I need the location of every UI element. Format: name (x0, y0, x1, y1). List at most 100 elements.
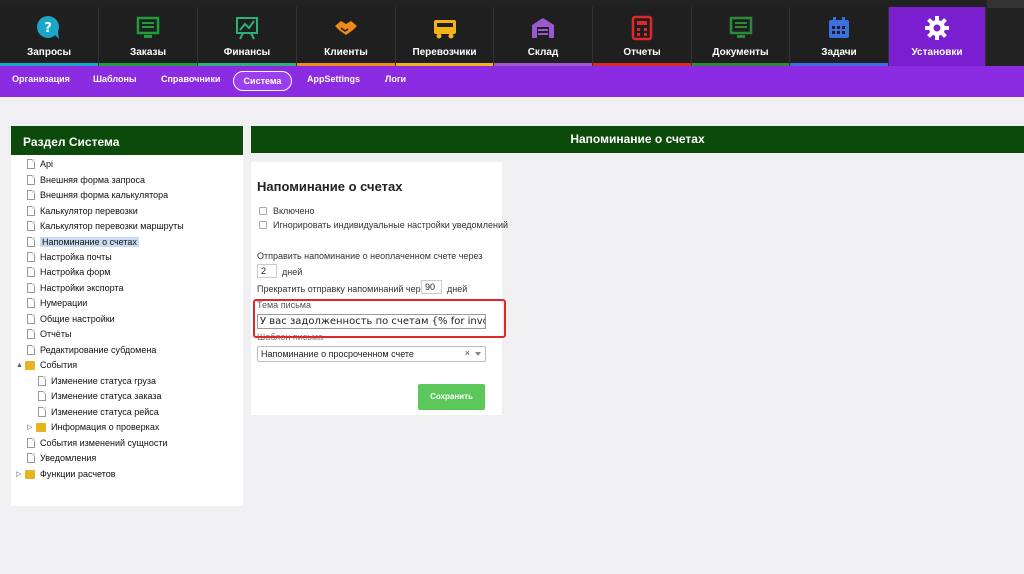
subnav-item-organization[interactable]: Организация (12, 74, 70, 84)
tree-item[interactable]: Нумерации (27, 296, 87, 310)
tree-item-label: Отчёты (40, 329, 72, 339)
nav-item-label: Отчеты (623, 47, 661, 58)
folder-icon (36, 422, 46, 432)
tree-item-label: Калькулятор перевозки маршруты (40, 221, 184, 231)
tree-item-label: Настройка форм (40, 267, 111, 277)
subnav-item-templates[interactable]: Шаблоны (93, 74, 137, 84)
tree-item[interactable]: События изменений сущности (27, 436, 168, 450)
tree-item[interactable]: Калькулятор перевозки маршруты (27, 219, 184, 233)
expand-arrow-icon[interactable]: ▷ (27, 423, 36, 431)
folder-icon (25, 469, 35, 479)
document-icon (27, 438, 35, 448)
subnav-item-logs[interactable]: Логи (385, 74, 406, 84)
enabled-checkbox[interactable] (259, 207, 267, 215)
chevron-down-icon[interactable] (475, 352, 481, 356)
nav-item-label: Перевозчики (412, 47, 477, 58)
calculator-icon (629, 15, 655, 41)
tree-item-label: Функции расчетов (40, 469, 116, 479)
tree-item[interactable]: Настройка форм (27, 265, 110, 279)
nav-item-label: Финансы (223, 47, 271, 58)
tree-item[interactable]: Отчёты (27, 327, 71, 341)
form-title: Напоминание о счетах (257, 179, 403, 194)
enabled-label: Включено (273, 206, 315, 216)
template-select-value: Напоминание о просроченном счете (261, 349, 414, 359)
subnav-item-references[interactable]: Справочники (161, 74, 220, 84)
document-icon (27, 329, 35, 339)
tree-item[interactable]: Изменение статуса груза (38, 374, 156, 388)
tree-item[interactable]: Напоминание о счетах (27, 235, 139, 249)
send-after-label: Отправить напоминание о неоплаченном сче… (257, 251, 483, 261)
ignore-settings-checkbox[interactable] (259, 221, 267, 229)
tree-item[interactable]: Настройки экспорта (27, 281, 123, 295)
top-strip (987, 0, 1024, 8)
nav-item-0[interactable]: ? Запросы (0, 7, 99, 66)
gear-icon (924, 15, 950, 41)
folder-icon (25, 360, 35, 370)
reminder-form: Напоминание о счетах Включено Игнорирова… (251, 162, 508, 415)
subnav-item-system[interactable]: Система (233, 71, 292, 91)
nav-item-label: Задачи (821, 47, 857, 58)
tree-item[interactable]: Редактирование субдомена (27, 343, 156, 357)
clear-icon[interactable]: × (465, 348, 470, 358)
tree-item[interactable]: Изменение статуса рейса (38, 405, 159, 419)
tree-item-label: Калькулятор перевозки (40, 206, 138, 216)
nav-item-label: Клиенты (324, 47, 368, 58)
nav-item-label: Склад (527, 47, 559, 58)
document-icon (27, 345, 35, 355)
document-icon (27, 283, 35, 293)
warehouse-icon (530, 15, 556, 41)
nav-item-3[interactable]: Клиенты (297, 7, 396, 66)
system-section-panel: Раздел Система Api Внешняя форма запроса В… (11, 126, 243, 506)
save-button[interactable]: Сохранить (418, 384, 485, 410)
days-label-2: дней (447, 284, 468, 294)
tree-item[interactable]: Внешняя форма запроса (27, 173, 145, 187)
stop-after-days-input[interactable]: 90 (421, 280, 442, 294)
tree-item-label: Информация о проверках (51, 422, 160, 432)
tree-item-label: Настройки экспорта (40, 283, 124, 293)
sub-navigation: Организация Шаблоны Справочники Система … (0, 66, 1024, 97)
send-after-days-input[interactable]: 2 (257, 264, 277, 278)
nav-item-7[interactable]: Документы (692, 7, 790, 66)
tree-item[interactable]: Уведомления (27, 451, 96, 465)
nav-item-9[interactable]: Установки (889, 7, 986, 66)
truck-icon (432, 15, 458, 41)
template-select[interactable]: Напоминание о просроченном счете × (257, 346, 486, 362)
tree-item[interactable]: Настройка почты (27, 250, 112, 264)
tree-item[interactable]: Общие настройки (27, 312, 115, 326)
document-icon (27, 206, 35, 216)
tree-item[interactable]: Калькулятор перевозки (27, 204, 138, 218)
expand-arrow-icon[interactable]: ▲ (16, 362, 25, 369)
nav-item-label: Заказы (129, 47, 167, 58)
highlight-frame (253, 299, 506, 338)
tree-item[interactable]: ▲ События (16, 358, 78, 372)
tree-item[interactable]: Внешняя форма калькулятора (27, 188, 168, 202)
nav-item-8[interactable]: Задачи (790, 7, 889, 66)
tree-item[interactable]: Api (27, 157, 53, 171)
tree-item-label: Уведомления (40, 453, 97, 463)
tree-item[interactable]: Изменение статуса заказа (38, 389, 162, 403)
monitor-list-icon (135, 15, 161, 41)
tree-item[interactable]: ▷ Функции расчетов (16, 467, 116, 481)
document-icon (27, 298, 35, 308)
tree-item-label: Редактирование субдомена (40, 345, 157, 355)
document-icon (38, 391, 46, 401)
nav-item-6[interactable]: Отчеты (593, 7, 692, 66)
tree-item-label: Изменение статуса груза (51, 376, 157, 386)
document-icon (27, 267, 35, 277)
subnav-item-appsettings[interactable]: AppSettings (307, 74, 360, 84)
document-icon (38, 407, 46, 417)
nav-item-1[interactable]: Заказы (99, 7, 198, 66)
nav-item-2[interactable]: Финансы (198, 7, 297, 66)
nav-item-5[interactable]: Склад (494, 7, 593, 66)
tree-item-label: Внешняя форма калькулятора (40, 190, 169, 200)
chart-board-icon (234, 15, 260, 41)
expand-arrow-icon[interactable]: ▷ (16, 470, 25, 478)
tree-item-label: Напоминание о счетах (40, 237, 139, 247)
ignore-settings-label: Игнорировать индивидуальные настройки ув… (273, 220, 509, 230)
tree-item-label: События (40, 360, 78, 370)
stop-after-label: Прекратить отправку напоминаний через (257, 284, 430, 294)
days-label: дней (282, 267, 303, 277)
nav-item-4[interactable]: Перевозчики (396, 7, 494, 66)
document-icon (27, 190, 35, 200)
tree-item[interactable]: ▷ Информация о проверках (27, 420, 160, 434)
